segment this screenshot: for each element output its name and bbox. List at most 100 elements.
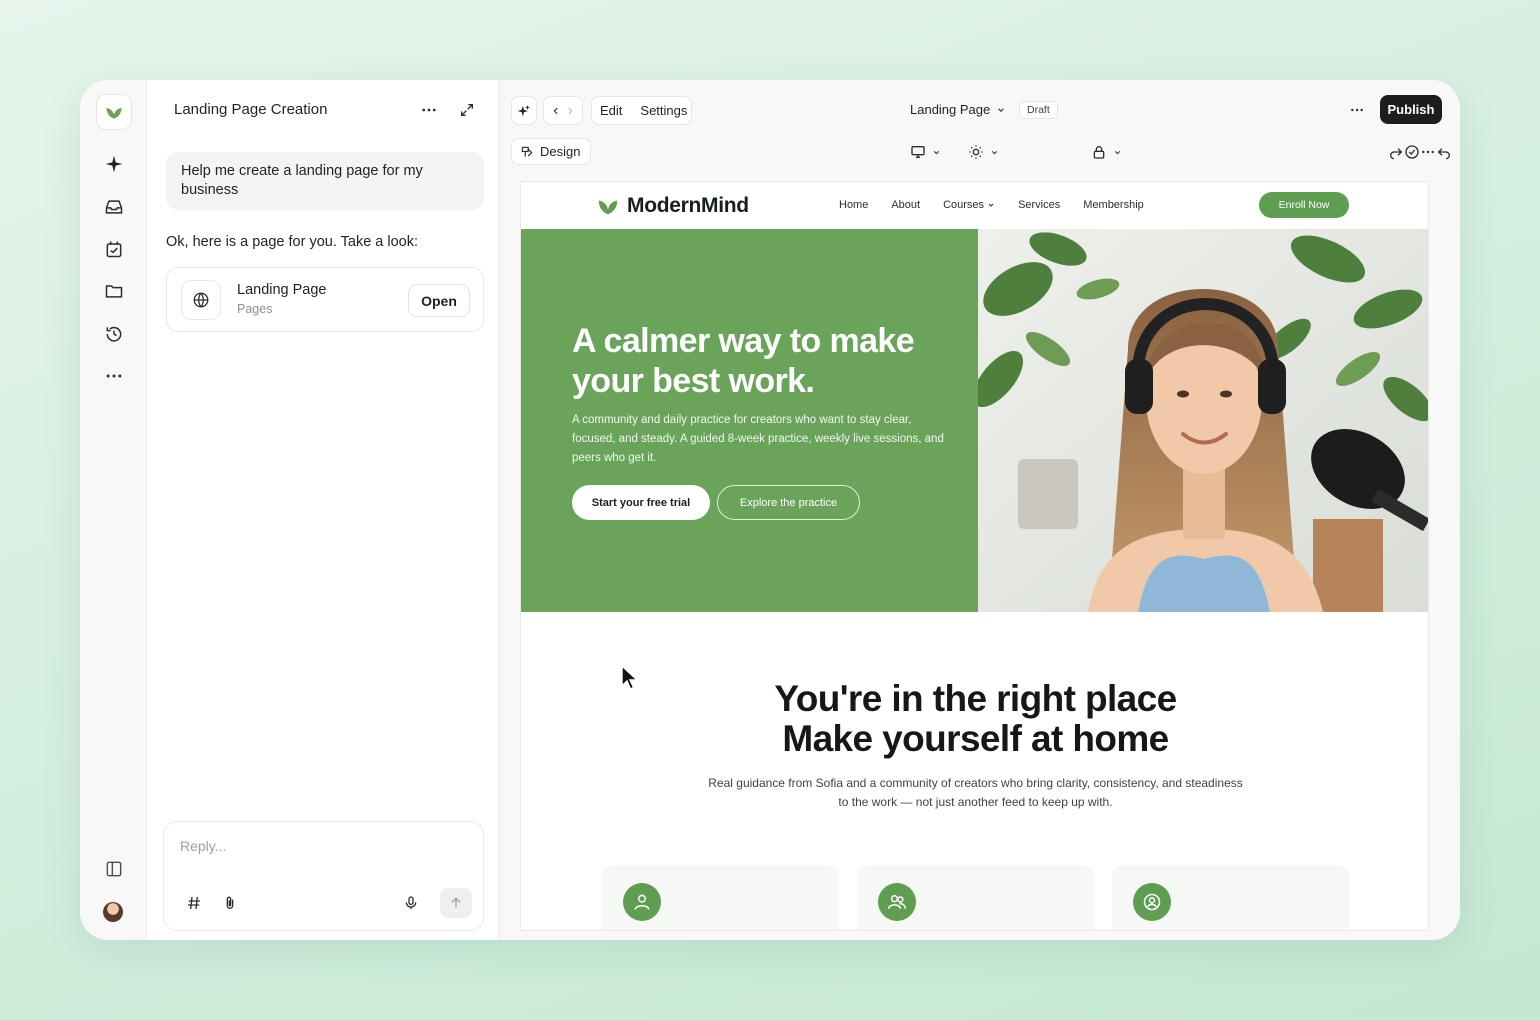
chevron-down-icon (1114, 150, 1121, 154)
nav-courses[interactable]: Courses (943, 199, 995, 211)
user-message: Help me create a landing page for my bus… (166, 152, 484, 210)
chat-options-button[interactable] (419, 100, 439, 120)
page-canvas[interactable]: ModernMind Home About Courses Services M… (520, 181, 1429, 931)
arrow-up-icon (451, 897, 461, 908)
expand-chat-button[interactable] (457, 100, 477, 120)
globe-icon (193, 292, 209, 308)
user-avatar[interactable] (103, 902, 123, 922)
globe-icon-box (181, 280, 221, 320)
send-button[interactable] (440, 888, 472, 918)
mouse-cursor-icon (621, 664, 639, 690)
open-button[interactable]: Open (408, 284, 470, 317)
mode-tabs: Edit Settings (591, 96, 692, 125)
design-toolbar: Design (499, 135, 1460, 175)
check-circle-icon (1405, 145, 1419, 159)
hero-subtitle: A community and daily practice for creat… (572, 414, 944, 464)
nav-courses-label: Courses (943, 199, 985, 211)
history-nav-buttons (543, 96, 583, 125)
enroll-now-button[interactable]: Enroll Now (1259, 192, 1349, 218)
user-icon (623, 883, 661, 921)
page-name: Landing Page (910, 102, 991, 117)
check-button[interactable] (1404, 143, 1420, 161)
inbox-icon (105, 200, 123, 214)
explore-practice-button[interactable]: Explore the practice (717, 485, 860, 520)
theme-selector[interactable] (968, 143, 999, 161)
nav-services[interactable]: Services (1018, 199, 1060, 211)
redo-icon (1390, 148, 1403, 160)
ai-assistant-nav[interactable] (98, 148, 130, 180)
folder-nav[interactable] (98, 275, 130, 307)
chevron-down-icon (933, 150, 940, 154)
hero-title: A calmer way to make your best work. (572, 322, 915, 400)
tab-settings[interactable]: Settings (640, 103, 687, 118)
calendar-icon (106, 241, 122, 258)
users-icon (878, 883, 916, 921)
access-selector[interactable] (1091, 143, 1122, 161)
leaf-logo-icon (106, 107, 122, 119)
section-title-line2: Make yourself at home (782, 718, 1169, 759)
folder-icon (105, 285, 123, 298)
attach-button[interactable] (219, 892, 241, 914)
page-selector[interactable]: Landing Page (910, 102, 1006, 117)
chevron-left-icon[interactable] (551, 106, 561, 116)
reply-composer[interactable]: Reply... (163, 821, 484, 931)
chevron-right-icon[interactable] (565, 106, 575, 116)
chat-title: Landing Page Creation (174, 101, 328, 118)
sparkle-icon (517, 104, 530, 116)
more-horizontal-icon (422, 108, 436, 112)
editor-more-button[interactable] (1349, 102, 1365, 123)
sidebar-panel-icon (106, 861, 122, 877)
app-window: Landing Page Creation Help me create a l… (80, 80, 1460, 940)
history-nav[interactable] (98, 318, 130, 350)
site-nav-links: Home About Courses Services Membership (839, 199, 1144, 211)
card-subtitle: Pages (237, 302, 273, 316)
redo-button[interactable] (1388, 144, 1404, 165)
section-subtitle: Real guidance from Sofia and a community… (708, 776, 1243, 809)
design-label: Design (540, 144, 581, 159)
app-logo[interactable] (96, 94, 132, 130)
expand-icon (461, 104, 473, 116)
chat-panel: Landing Page Creation Help me create a l… (147, 80, 499, 940)
lock-icon (1093, 146, 1105, 159)
feature-card (857, 865, 1094, 930)
monitor-icon (911, 146, 925, 158)
publish-button[interactable]: Publish (1380, 95, 1442, 124)
more-nav[interactable] (98, 360, 130, 392)
design-button[interactable]: Design (511, 138, 592, 165)
inbox-nav[interactable] (98, 191, 130, 223)
sparkle-icon (105, 155, 123, 173)
more-horizontal-icon (106, 374, 122, 378)
chevron-down-icon (998, 107, 1005, 112)
hashtag-button[interactable] (183, 892, 205, 914)
section-title: You're in the right place Make yourself … (521, 679, 1428, 759)
chevron-down-icon (991, 150, 998, 154)
reply-input[interactable]: Reply... (180, 838, 226, 854)
brand-name: ModernMind (627, 194, 749, 217)
more-horizontal-icon (1422, 150, 1434, 154)
undo-icon (1437, 148, 1450, 160)
nav-home[interactable]: Home (839, 199, 868, 211)
leaf-logo-icon (598, 200, 618, 215)
left-rail (80, 80, 147, 940)
more-horizontal-icon (1351, 108, 1363, 112)
ai-magic-button[interactable] (511, 96, 537, 125)
nav-about[interactable]: About (891, 199, 920, 211)
landing-page-card[interactable]: Landing Page Pages Open (166, 267, 484, 332)
site-brand[interactable]: ModernMind (597, 194, 749, 218)
chevron-down-icon (988, 203, 994, 207)
feature-card (1112, 865, 1349, 930)
start-free-trial-button[interactable]: Start your free trial (572, 485, 710, 520)
calendar-nav[interactable] (98, 233, 130, 265)
microphone-button[interactable] (400, 892, 422, 914)
feature-card (602, 865, 839, 930)
status-badge: Draft (1019, 101, 1058, 119)
nav-membership[interactable]: Membership (1083, 199, 1144, 211)
toolbar-more-button[interactable] (1420, 144, 1436, 165)
card-title: Landing Page (237, 282, 327, 298)
device-selector[interactable] (910, 143, 941, 161)
paint-brush-icon (521, 146, 533, 157)
toggle-sidebar-button[interactable] (98, 853, 130, 885)
sun-icon (969, 145, 983, 159)
tab-edit[interactable]: Edit (600, 103, 622, 118)
undo-button[interactable] (1436, 143, 1452, 161)
